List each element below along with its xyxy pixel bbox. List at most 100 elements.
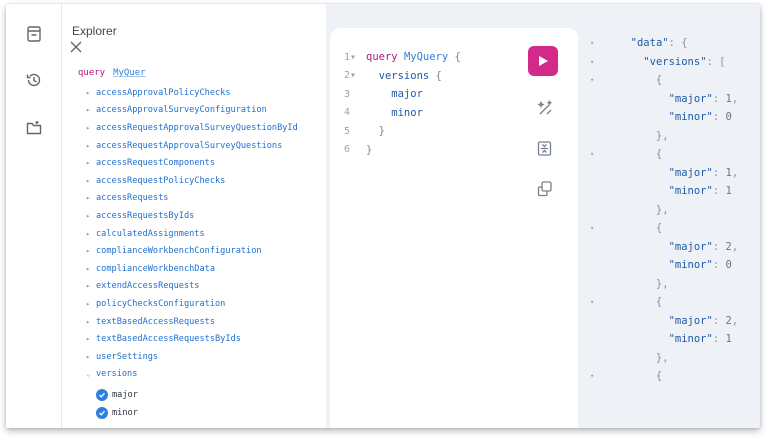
fold-toggle [584,243,618,251]
caret-icon: ▸ [86,159,91,168]
fold-toggle[interactable]: ▾ [584,76,618,84]
explorer-field[interactable]: ▸ calculatedAssignments [86,225,298,243]
explorer-field[interactable]: ▸ accessRequestApprovalSurveyQuestions [86,137,298,155]
result-line: }, [584,201,760,220]
history-icon[interactable] [22,68,46,92]
operation-row: query MyQuer [78,68,146,78]
fold-toggle[interactable]: ▾ [584,298,618,306]
line-number: 2▾ [344,70,357,82]
result-token: 0 [725,111,732,124]
result-token: : [712,111,726,124]
explorer-subfield[interactable]: major [96,386,138,404]
result-token [618,37,631,49]
fold-toggle[interactable]: ▾ [584,372,618,380]
fold-toggle [584,187,618,195]
explorer-folder-icon[interactable] [22,116,46,140]
explorer-field[interactable]: ▸ accessApprovalSurveyConfiguration [86,102,298,120]
explorer-subfield[interactable]: minor [96,404,138,422]
operation-name-input[interactable]: MyQuer [113,68,146,78]
result-line: }, [584,275,760,294]
explorer-title: Explorer [72,24,117,38]
caret-icon: ▸ [86,299,91,308]
result-token: , [731,92,739,105]
explorer-field[interactable]: ▸ accessApprovalPolicyChecks [86,84,298,102]
fold-toggle [584,354,618,362]
result-token: "versions" [643,55,707,68]
explorer-field[interactable]: ▸ extendAccessRequests [86,278,298,296]
code-token: { [429,69,442,82]
caret-icon: ▸ [86,123,91,132]
code-line: 1▾ query MyQuery { [344,48,461,67]
merge-fragments-icon[interactable] [534,138,554,158]
result-token: "minor" [668,259,713,272]
docs-icon[interactable] [22,22,46,46]
result-token [618,241,669,253]
explorer-field[interactable]: ▸ complianceWorkbenchData [86,260,298,278]
result-line: "minor": 1 [584,330,760,349]
checked-icon [96,407,108,419]
result-line: ▾ { [584,71,760,90]
caret-icon: ▸ [86,317,91,326]
explorer-field[interactable]: ▸ accessRequestsByIds [86,207,298,225]
explorer-field[interactable]: ▸ textBasedAccessRequestsByIds [86,330,298,348]
close-icon[interactable] [70,40,84,54]
fold-toggle [584,132,618,140]
fold-toggle[interactable]: ▾ [584,39,618,47]
caret-icon: ▸ [86,106,91,115]
result-token: "minor" [668,333,713,346]
field-name: policyChecksConfiguration [96,298,226,309]
explorer-field[interactable]: ▸ accessRequestApprovalSurveyQuestionById [86,119,298,137]
result-line: "minor": 0 [584,108,760,127]
explorer-field[interactable]: ▸ textBasedAccessRequests [86,313,298,331]
explorer-field[interactable]: ⌄ versions [86,366,298,384]
subfield-list: major minor [96,386,138,422]
caret-icon: ▸ [86,88,91,97]
query-code[interactable]: 1▾ query MyQuery {2▾ versions {3 major 4 m… [344,48,461,159]
result-token: 1 [725,333,732,346]
result-token: : [712,259,726,272]
code-token: query [366,51,398,64]
fold-toggle[interactable]: ▾ [584,224,618,232]
result-token: , [731,240,739,253]
line-number: 1▾ [344,51,357,63]
fold-toggle [584,206,618,214]
line-number: 6 [344,144,357,156]
result-token: : [712,92,726,105]
fold-toggle [584,335,618,343]
caret-icon: ▸ [86,229,91,238]
explorer-field[interactable]: ▸ complianceWorkbenchConfiguration [86,242,298,260]
copy-icon[interactable] [534,178,554,198]
checked-icon [96,389,108,401]
explorer-field[interactable]: ▸ accessRequestComponents [86,154,298,172]
result-token: { [618,296,663,309]
result-token: : [712,185,726,198]
explorer-field[interactable]: ▸ accessRequestPolicyChecks [86,172,298,190]
field-name: complianceWorkbenchData [96,263,215,274]
result-line: ▾ { [584,219,760,238]
prettify-icon[interactable] [534,98,554,118]
code-line: 2▾ versions { [344,67,461,86]
field-name: userSettings [96,351,159,362]
code-line: 3 major [344,85,461,104]
caret-icon: ▸ [86,176,91,185]
explorer-field[interactable]: ▸ accessRequests [86,190,298,208]
result-line: "major": 1, [584,164,760,183]
result-token: }, [618,277,669,290]
result-line: ▾ "versions": [ [584,53,760,72]
line-number: 3 [344,88,357,100]
field-name: accessRequestPolicyChecks [96,175,226,186]
field-name: accessApprovalSurveyConfiguration [96,105,267,116]
run-query-button[interactable] [528,46,558,76]
fold-toggle[interactable]: ▾ [584,150,618,158]
field-name: accessRequestApprovalSurveyQuestions [96,140,283,151]
caret-icon: ⌄ [86,370,91,379]
result-token: "minor" [668,185,713,198]
explorer-field[interactable]: ▸ policyChecksConfiguration [86,295,298,313]
result-line: ▾ "data": { [584,34,760,53]
caret-icon: ▸ [86,211,91,220]
result-viewer: ▾ "data": {▾ "versions": [▾ { "major": 1… [584,34,760,428]
result-token: : { [668,37,688,50]
explorer-field[interactable]: ▸ userSettings [86,348,298,366]
query-editor[interactable]: 1▾ query MyQuery {2▾ versions {3 major 4 m… [330,28,578,428]
fold-toggle[interactable]: ▾ [584,58,618,66]
